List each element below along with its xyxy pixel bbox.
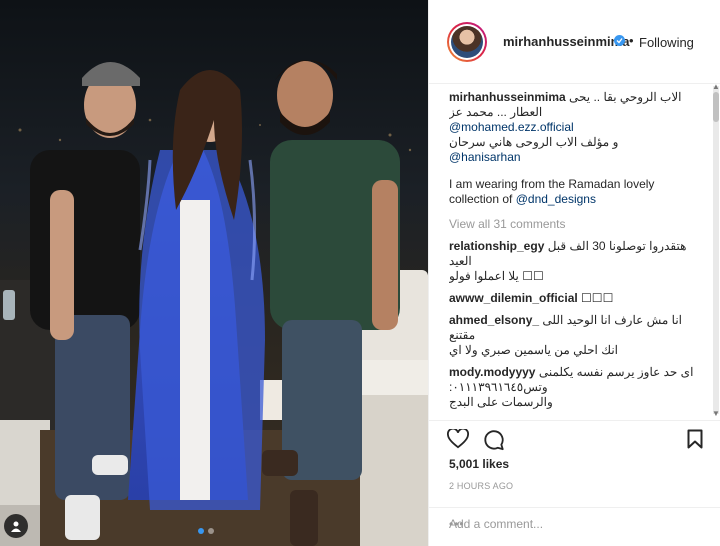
caption-line: collection of: [449, 192, 513, 206]
user-tag-icon[interactable]: [4, 514, 28, 538]
caption: mirhanhusseinmima الاب الروحي بقا .. يحى…: [449, 90, 709, 207]
comment-username[interactable]: mody.modyyyy: [449, 365, 535, 379]
comment-item: ahmed_elsony_ انا مش عارف انا الوحيد الل…: [449, 313, 709, 358]
comments-scrollbar[interactable]: ▲ ▼: [712, 82, 720, 418]
comment-username[interactable]: ahmed_elsony_: [449, 313, 539, 327]
post-photo[interactable]: [0, 0, 428, 546]
comment-item: relationship_egy هتقدروا توصلونا 30 الف …: [449, 239, 709, 284]
person-icon: [11, 521, 21, 532]
comment-username[interactable]: awww_dilemin_official: [449, 291, 578, 305]
likes-count[interactable]: 5,001 likes: [449, 457, 509, 471]
comments-list: mirhanhusseinmima الاب الروحي بقا .. يحى…: [449, 90, 709, 410]
header-separator: •: [629, 33, 634, 48]
bookmark-icon[interactable]: [687, 429, 703, 449]
comment-item: mody.modyyyy اى حد عاوز يرسم نفسه يكلمنى…: [449, 365, 709, 410]
verified-badge-icon: [614, 35, 625, 46]
comment-text: والرسمات على البدج: [449, 395, 553, 409]
mention-link[interactable]: @dnd_designs: [516, 192, 596, 206]
scroll-up-arrow-icon[interactable]: ▲: [712, 82, 720, 91]
comment-text: ☐☐☐: [581, 291, 614, 305]
avatar[interactable]: [447, 22, 487, 62]
post-timestamp[interactable]: 2 HOURS AGO: [449, 481, 513, 491]
caption-line: I am wearing from the Ramadan lovely: [449, 177, 655, 191]
caption-line: و مؤلف الاب الروحى هاني سرحان: [449, 135, 619, 149]
add-comment-field[interactable]: Add a comment... •••: [429, 507, 720, 542]
post-side-panel: mirhanhusseinmima • Following mirhanhuss…: [428, 0, 720, 546]
comment-username[interactable]: relationship_egy: [449, 239, 544, 253]
comment-text: انك احلي من ياسمين صبري ولا اي: [449, 343, 619, 357]
comment-item: awww_dilemin_official ☐☐☐: [449, 291, 709, 306]
comment-icon[interactable]: [483, 429, 505, 451]
comment-text: اى حد عاوز يرسم نفسه يكلمنى: [538, 365, 694, 379]
photo-scene: [0, 0, 428, 546]
carousel-indicator: [198, 528, 214, 534]
checkmark-icon: [616, 38, 623, 44]
comment-text: وتس٠١١١٣٩٦١٦٤٥:: [449, 380, 548, 394]
post-header: mirhanhusseinmima • Following: [429, 0, 720, 84]
scrollbar-thumb[interactable]: [713, 92, 719, 122]
caption-line: الاب الروحي بقا .. يحى: [569, 90, 682, 104]
caption-username[interactable]: mirhanhusseinmima: [449, 90, 566, 104]
following-button[interactable]: Following: [639, 35, 694, 50]
heart-icon[interactable]: [447, 429, 469, 449]
post-actions: 5,001 likes 2 HOURS AGO Add a comment...…: [429, 420, 720, 538]
more-options-icon[interactable]: •••: [449, 517, 465, 531]
carousel-dot[interactable]: [208, 528, 214, 534]
header-username[interactable]: mirhanhusseinmima: [503, 34, 629, 49]
avatar-image: [451, 26, 483, 58]
scroll-down-arrow-icon[interactable]: ▼: [712, 409, 720, 418]
mention-link[interactable]: @mohamed.ezz.official: [449, 120, 709, 135]
mention-link[interactable]: @hanisarhan: [449, 150, 709, 165]
comment-text: ☐☐ يلا اعملوا فولو: [449, 269, 544, 283]
view-all-comments-link[interactable]: View all 31 comments: [449, 217, 709, 232]
carousel-dot-active[interactable]: [198, 528, 204, 534]
caption-line: العطار ... محمد عز: [449, 105, 543, 119]
